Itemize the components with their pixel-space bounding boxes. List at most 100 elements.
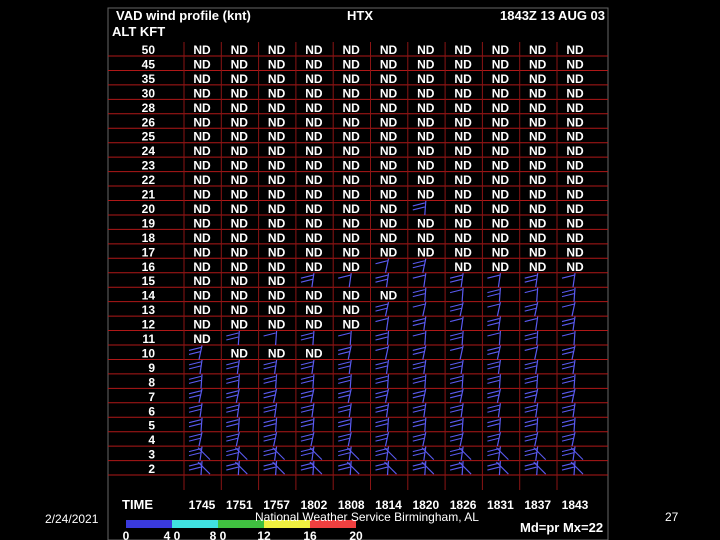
no-data-marker: ND [305,346,323,360]
no-data-marker: ND [305,173,323,187]
no-data-marker: ND [492,173,510,187]
no-data-marker: ND [231,144,249,158]
no-data-marker: ND [380,115,398,129]
no-data-marker: ND [454,115,472,129]
altitude-tick-label: 8 [148,375,155,389]
altitude-tick-label: 28 [142,101,156,115]
no-data-marker: ND [268,72,286,86]
no-data-marker: ND [529,72,547,86]
no-data-marker: ND [193,216,211,230]
altitude-axis-label: ALT KFT [112,24,165,39]
no-data-marker: ND [417,245,435,259]
no-data-marker: ND [343,245,361,259]
altitude-tick-label: 13 [142,303,156,317]
no-data-marker: ND [454,245,472,259]
no-data-marker: ND [343,173,361,187]
no-data-marker: ND [343,43,361,57]
time-tick-label: 1837 [524,498,551,512]
no-data-marker: ND [193,57,211,71]
no-data-marker: ND [492,260,510,274]
no-data-marker: ND [343,260,361,274]
no-data-marker: ND [380,57,398,71]
no-data-marker: ND [231,101,249,115]
no-data-marker: ND [343,115,361,129]
no-data-marker: ND [193,303,211,317]
no-data-marker: ND [380,289,398,303]
no-data-marker: ND [454,43,472,57]
no-data-marker: ND [343,57,361,71]
no-data-marker: ND [529,260,547,274]
no-data-marker: ND [231,231,249,245]
no-data-marker: ND [492,202,510,216]
no-data-marker: ND [231,159,249,173]
no-data-marker: ND [492,72,510,86]
time-tick-label: 1751 [226,498,253,512]
altitude-tick-label: 16 [142,260,156,274]
no-data-marker: ND [268,245,286,259]
no-data-marker: ND [380,101,398,115]
no-data-marker: ND [417,101,435,115]
no-data-marker: ND [231,86,249,100]
altitude-tick-label: 17 [142,245,156,259]
footer-page-number: 27 [665,510,679,524]
no-data-marker: ND [231,202,249,216]
no-data-marker: ND [343,159,361,173]
no-data-marker: ND [566,101,584,115]
altitude-tick-label: 25 [142,130,156,144]
no-data-marker: ND [454,173,472,187]
no-data-marker: ND [193,289,211,303]
no-data-marker: ND [231,260,249,274]
altitude-tick-label: 50 [142,43,156,57]
no-data-marker: ND [454,101,472,115]
no-data-marker: ND [193,260,211,274]
altitude-tick-label: 24 [142,144,156,158]
no-data-marker: ND [268,115,286,129]
no-data-marker: ND [231,188,249,202]
no-data-marker: ND [566,72,584,86]
no-data-marker: ND [492,86,510,100]
no-data-marker: ND [193,159,211,173]
no-data-marker: ND [492,216,510,230]
no-data-marker: ND [305,43,323,57]
no-data-marker: ND [343,318,361,332]
no-data-marker: ND [231,115,249,129]
no-data-marker: ND [492,144,510,158]
no-data-marker: ND [566,144,584,158]
no-data-marker: ND [417,188,435,202]
no-data-marker: ND [417,86,435,100]
no-data-marker: ND [268,86,286,100]
no-data-marker: ND [305,144,323,158]
altitude-tick-label: 9 [148,361,155,375]
no-data-marker: ND [566,86,584,100]
no-data-marker: ND [529,57,547,71]
station-id: HTX [347,8,373,23]
altitude-tick-label: 26 [142,115,156,129]
no-data-marker: ND [343,202,361,216]
no-data-marker: ND [305,57,323,71]
no-data-marker: ND [492,231,510,245]
no-data-marker: ND [268,231,286,245]
chart-datetime: 1843Z 13 AUG 03 [500,8,605,23]
colorbar-label: 12 [257,529,271,540]
altitude-tick-label: 7 [148,390,155,404]
no-data-marker: ND [380,43,398,57]
no-data-marker: ND [343,231,361,245]
no-data-marker: ND [193,72,211,86]
altitude-tick-label: 6 [148,404,155,418]
no-data-marker: ND [529,188,547,202]
no-data-marker: ND [529,86,547,100]
no-data-marker: ND [529,173,547,187]
altitude-tick-label: 15 [142,274,156,288]
no-data-marker: ND [343,130,361,144]
no-data-marker: ND [492,101,510,115]
no-data-marker: ND [454,260,472,274]
no-data-marker: ND [268,289,286,303]
no-data-marker: ND [268,130,286,144]
no-data-marker: ND [231,43,249,57]
no-data-marker: ND [454,202,472,216]
colorbar-label: 20 [349,529,363,540]
no-data-marker: ND [193,173,211,187]
no-data-marker: ND [305,318,323,332]
no-data-marker: ND [231,245,249,259]
no-data-marker: ND [268,43,286,57]
